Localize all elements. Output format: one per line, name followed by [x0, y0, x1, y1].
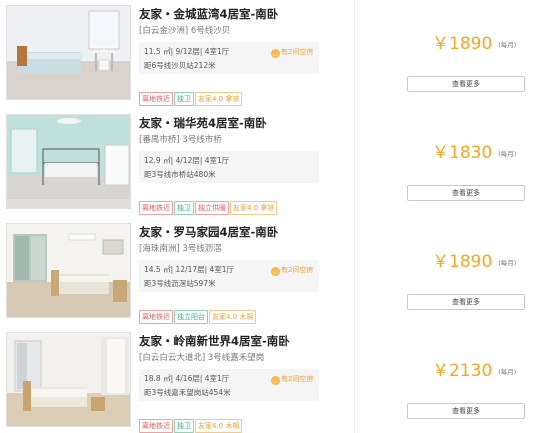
room-photo[interactable] [6, 114, 131, 209]
room-photo-image [7, 6, 130, 99]
smile-icon: ◡ [271, 376, 280, 385]
listing-distance: 距3号线沥滘站597米 [144, 279, 216, 288]
listing-card[interactable]: 友家・岭南新世界4居室-南卧 [白云白云大道北] 3号线嘉禾望岗 18.8 ㎡|… [0, 327, 554, 433]
vacancy-text: 有2间空房 [281, 48, 314, 56]
column-divider [354, 109, 355, 219]
vacancy-badge: ◡ 有2间空房 [271, 265, 313, 276]
tag: 独卫 [174, 201, 194, 215]
tag: 友家4.0 拿铁 [230, 201, 278, 215]
listing-location: [番禺市桥] 3号线市桥 [139, 135, 222, 145]
tag: 独立供暖 [195, 201, 229, 215]
listing-distance: 距6号线沙贝站212米 [144, 61, 216, 70]
listing-info-box: 12.9 ㎡| 4/12层| 4室1厅 距3号线市桥站480米 [139, 151, 319, 183]
listing-info: 14.5 ㎡| 12/17层| 4室1厅 [144, 265, 235, 274]
tag: 独卫 [174, 419, 194, 433]
tag: 离地铁近 [139, 419, 173, 433]
listing-info: 12.9 ㎡| 4/12层| 4室1厅 [144, 156, 230, 165]
listing-title[interactable]: 友家・罗马家园4居室-南卧 [139, 224, 278, 240]
price: ￥1830 (每月) [432, 138, 516, 163]
listing-title[interactable]: 友家・金城蓝湾4居室-南卧 [139, 6, 278, 22]
smile-icon: ◡ [271, 267, 280, 276]
tag: 独卫 [174, 92, 194, 106]
listing-location: [白云白云大道北] 3号线嘉禾望岗 [139, 353, 265, 363]
tag: 独立阳台 [174, 310, 208, 324]
vacancy-badge: ◡ 有2间空房 [271, 47, 313, 58]
tag-list: 离地铁近 独卫 友家4.0 拿铁 [139, 86, 243, 106]
listing-card[interactable]: 友家・金城蓝湾4居室-南卧 [白云金沙洲] 6号线沙贝 11.5 ㎡| 9/12… [0, 0, 554, 110]
price: ￥2130 (每月) [432, 356, 516, 381]
vacancy-text: 有2间空房 [281, 375, 314, 383]
room-photo-image [7, 333, 130, 426]
smile-icon: ◡ [271, 49, 280, 58]
price-unit: (每月) [498, 41, 517, 49]
room-photo[interactable] [6, 332, 131, 427]
price: ￥1890 (每月) [432, 29, 516, 54]
tag: 友家4.0 拿铁 [195, 92, 243, 106]
price-unit: (每月) [498, 259, 517, 267]
price-value: ￥1830 [432, 143, 493, 163]
column-divider [354, 0, 355, 110]
tag-list: 离地铁近 独卫 独立供暖 友家4.0 拿铁 [139, 195, 278, 215]
price-unit: (每月) [498, 150, 517, 158]
room-photo-image [7, 115, 130, 208]
tag: 友家4.0 木棉 [209, 310, 257, 324]
price: ￥1890 (每月) [432, 247, 516, 272]
listing-info: 11.5 ㎡| 9/12层| 4室1厅 [144, 47, 230, 56]
price-value: ￥2130 [432, 361, 493, 381]
vacancy-badge: ◡ 有2间空房 [271, 374, 313, 385]
listing-distance: 距3号线市桥站480米 [144, 170, 216, 179]
tag-list: 离地铁近 独立阳台 友家4.0 木棉 [139, 304, 257, 324]
price-value: ￥1890 [432, 252, 493, 272]
view-more-button[interactable]: 查看更多 [407, 403, 525, 419]
listing-location: [白云金沙洲] 6号线沙贝 [139, 26, 231, 36]
room-photo-image [7, 224, 130, 317]
view-more-button[interactable]: 查看更多 [407, 76, 525, 92]
room-photo[interactable] [6, 223, 131, 318]
listing-card[interactable]: 友家・罗马家园4居室-南卧 [海珠南洲] 3号线沥滘 14.5 ㎡| 12/17… [0, 218, 554, 328]
tag: 离地铁近 [139, 310, 173, 324]
tag-list: 离地铁近 独卫 友家4.0 木棉 [139, 413, 243, 433]
listing-location: [海珠南洲] 3号线沥滘 [139, 244, 222, 254]
room-photo[interactable] [6, 5, 131, 100]
listing-distance: 距3号线嘉禾望岗站454米 [144, 388, 231, 397]
price-value: ￥1890 [432, 34, 493, 54]
listing-card[interactable]: 友家・瑞华苑4居室-南卧 [番禺市桥] 3号线市桥 12.9 ㎡| 4/12层|… [0, 109, 554, 219]
tag: 友家4.0 木棉 [195, 419, 243, 433]
price-unit: (每月) [498, 368, 517, 376]
listing-title[interactable]: 友家・岭南新世界4居室-南卧 [139, 333, 290, 349]
listing-info: 18.8 ㎡| 4/16层| 4室1厅 [144, 374, 230, 383]
tag: 离地铁近 [139, 201, 173, 215]
view-more-button[interactable]: 查看更多 [407, 294, 525, 310]
column-divider [354, 327, 355, 433]
tag: 离地铁近 [139, 92, 173, 106]
view-more-button[interactable]: 查看更多 [407, 185, 525, 201]
column-divider [354, 218, 355, 328]
vacancy-text: 有2间空房 [281, 266, 314, 274]
listing-title[interactable]: 友家・瑞华苑4居室-南卧 [139, 115, 267, 131]
